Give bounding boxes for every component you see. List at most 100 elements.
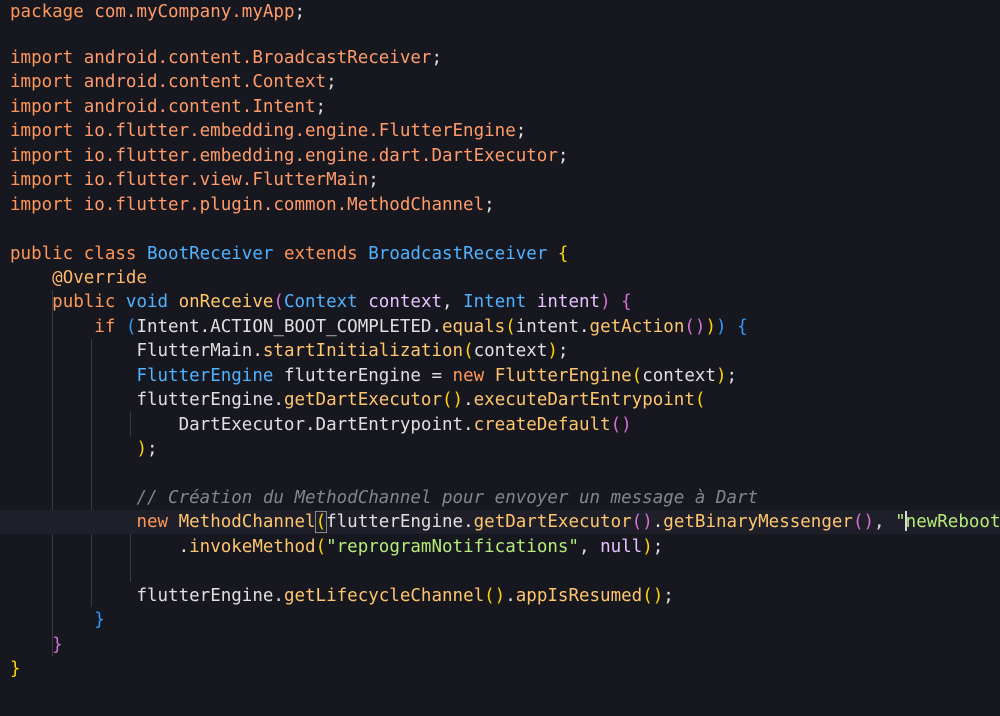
keyword: import <box>10 170 74 190</box>
object-ref: flutterEngine. <box>136 586 284 606</box>
package-name: com.myCompany.myApp <box>83 2 295 22</box>
keyword: extends <box>273 244 369 264</box>
open-paren: ( <box>125 317 137 337</box>
param-name: intent <box>526 292 601 312</box>
keyword: import <box>10 195 74 215</box>
open-paren: ( <box>273 292 284 312</box>
method-call: invokeMethod <box>189 537 316 557</box>
call-parens: () <box>642 586 664 606</box>
keyword: import <box>10 72 74 92</box>
method-call: getDartExecutor <box>473 512 632 532</box>
semicolon: ; <box>557 341 569 361</box>
method-call: getLifecycleChannel <box>283 586 485 606</box>
code-line: public class BootReceiver extends Broadc… <box>0 242 1000 266</box>
dot: . <box>505 586 516 606</box>
method-call: equals <box>442 317 506 337</box>
import-line: import android.content.Context; <box>0 70 1000 94</box>
open-brace: { <box>547 244 569 264</box>
method-call: appIsResumed <box>515 586 643 606</box>
semicolon: ; <box>515 121 527 141</box>
call-parens: () <box>484 586 506 606</box>
close-paren: ) <box>705 317 716 337</box>
import-line: import android.content.Intent; <box>0 95 1000 119</box>
constructor-call: FlutterEngine <box>494 366 632 386</box>
code-line: } <box>0 657 1000 681</box>
open-paren: ( <box>505 317 516 337</box>
call-parens: () <box>631 512 653 532</box>
import-path: android.content.Intent <box>73 97 316 117</box>
keyword: import <box>10 146 74 166</box>
code-line: FlutterMain.startInitialization(context)… <box>0 339 1000 363</box>
argument: context <box>642 366 716 386</box>
close-brace: } <box>94 610 105 630</box>
import-path: android.content.Context <box>73 72 327 92</box>
keyword: if <box>94 317 126 337</box>
type-name: FlutterEngine <box>136 366 274 386</box>
comment-line: // Création du MethodChannel pour envoye… <box>0 486 1000 510</box>
code-editor[interactable]: package com.myCompany.myApp; import andr… <box>0 0 1000 716</box>
string-literal: "reprogramNotifications" <box>326 537 579 557</box>
close-brace: } <box>52 635 63 655</box>
keyword: public <box>10 244 74 264</box>
method-call: getDartExecutor <box>283 390 442 410</box>
import-path: io.flutter.embedding.engine.dart.DartExe… <box>73 146 558 166</box>
call-parens: () <box>684 317 706 337</box>
method-call: getBinaryMessenger <box>663 512 853 532</box>
param-type: Context <box>283 292 358 312</box>
open-brace: { <box>610 292 632 312</box>
semicolon: ; <box>368 170 379 190</box>
param-type: Intent <box>463 292 527 312</box>
code-line: FlutterEngine flutterEngine = new Flutte… <box>0 364 1000 388</box>
object-ref: flutterEngine. <box>326 512 474 532</box>
open-brace: { <box>726 317 748 337</box>
code-line: flutterEngine.getLifecycleChannel().appI… <box>0 584 1000 608</box>
code-line: if (Intent.ACTION_BOOT_COMPLETED.equals(… <box>0 315 1000 339</box>
method-call: getAction <box>589 317 685 337</box>
expression: Intent.ACTION_BOOT_COMPLETED. <box>136 317 442 337</box>
semicolon: ; <box>663 586 674 606</box>
code-line: public void onReceive(Context context, I… <box>0 290 1000 314</box>
import-line: import android.content.BroadcastReceiver… <box>0 46 1000 70</box>
close-paren: ) <box>547 341 558 361</box>
open-paren: ( <box>315 537 327 557</box>
import-path: android.content.BroadcastReceiver <box>73 48 432 68</box>
import-path: io.flutter.view.FlutterMain <box>73 170 369 190</box>
import-line: import io.flutter.plugin.common.MethodCh… <box>0 193 1000 217</box>
class-name: BootReceiver <box>146 244 274 264</box>
open-paren: ( <box>694 390 706 410</box>
comma: , <box>874 512 896 532</box>
keyword: import <box>10 97 74 117</box>
comma: , <box>578 537 601 557</box>
string-literal: newReboot" <box>905 512 1000 532</box>
close-brace: } <box>10 659 21 679</box>
code-line: package com.myCompany.myApp; <box>0 0 1000 24</box>
method-call: executeDartEntrypoint <box>473 390 695 410</box>
dot: . <box>178 537 190 557</box>
method-call: createDefault <box>473 415 611 435</box>
keyword: class <box>73 244 147 264</box>
keyword: new <box>452 366 495 386</box>
code-line: .invokeMethod("reprogramNotifications", … <box>0 535 1000 559</box>
keyword: new <box>136 512 179 532</box>
close-paren: ) <box>715 317 727 337</box>
code-line: DartExecutor.DartEntrypoint.createDefaul… <box>0 413 1000 437</box>
comma: , <box>442 292 464 312</box>
method-call: startInitialization <box>262 341 464 361</box>
semicolon: ; <box>326 72 337 92</box>
null-literal: null <box>600 537 643 557</box>
code-line: @Override <box>0 266 1000 290</box>
code-line: ); <box>0 437 1000 461</box>
semicolon: ; <box>146 439 158 459</box>
object-ref: FlutterMain. <box>136 341 263 361</box>
close-paren: ) <box>600 292 611 312</box>
semicolon: ; <box>557 146 569 166</box>
dot: . <box>463 390 474 410</box>
keyword: import <box>10 121 74 141</box>
constructor-call: MethodChannel <box>178 512 316 532</box>
keyword: package <box>10 2 84 22</box>
current-line[interactable]: new MethodChannel(flutterEngine.getDartE… <box>0 510 1000 534</box>
import-path: io.flutter.embedding.engine.FlutterEngin… <box>73 121 516 141</box>
argument: context <box>473 341 548 361</box>
call-parens: () <box>852 512 875 532</box>
superclass-name: BroadcastReceiver <box>368 244 548 264</box>
